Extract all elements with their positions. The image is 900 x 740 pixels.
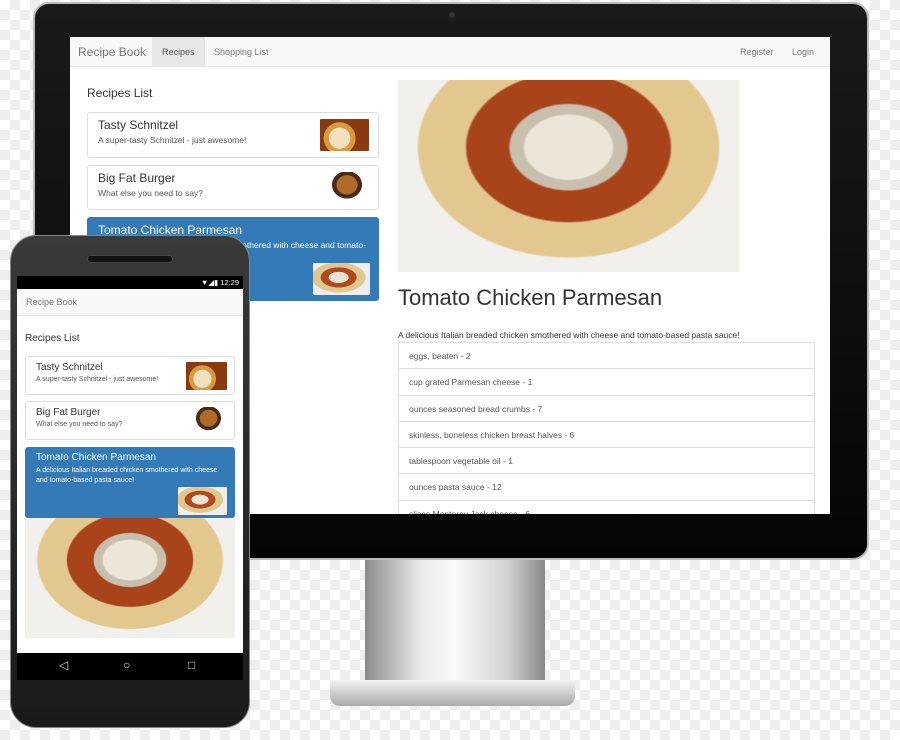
ingredient-item[interactable]: eggs, beaten - 2 <box>399 343 814 370</box>
recipe-title: Tomato Chicken Parmesan <box>398 285 663 310</box>
ingredients-list: eggs, beaten - 2 cup grated Parmesan che… <box>398 342 815 514</box>
recipe-description: What else you need to say? <box>36 421 123 428</box>
ingredient-item[interactable]: skinless, boneless chicken breast halves… <box>399 422 814 449</box>
recipe-item-schnitzel[interactable]: Tasty Schnitzel A super-tasty Schnitzel … <box>87 112 379 158</box>
recipe-description: What else you need to say? <box>98 188 203 198</box>
recipe-thumbnail <box>178 487 227 515</box>
recipe-item-schnitzel[interactable]: Tasty Schnitzel A super-tasty Schnitzel … <box>25 356 235 395</box>
recipe-thumbnail <box>186 362 227 390</box>
mobile-screen: ▼◢▮ 12:29 Recipe Book Recipes List Tasty… <box>17 276 243 680</box>
recipe-thumbnail <box>326 172 368 204</box>
home-icon[interactable]: ○ <box>123 658 130 672</box>
android-nav-bar: ◁ ○ □ <box>17 653 243 680</box>
register-link[interactable]: Register <box>740 37 774 67</box>
wifi-icon: ▼◢▮ <box>200 278 221 287</box>
recipe-image <box>25 518 235 638</box>
recipe-description: A delicious Italian breaded chicken smot… <box>398 330 740 340</box>
recents-icon[interactable]: □ <box>188 658 195 672</box>
recipe-name: Tomato Chicken Parmesan <box>36 452 157 463</box>
brand-link[interactable]: Recipe Book <box>26 297 77 307</box>
monitor-base <box>330 680 575 706</box>
ingredient-item[interactable]: ounces seasoned bread crumbs - 7 <box>399 396 814 422</box>
recipe-thumbnail <box>191 407 226 435</box>
camera <box>449 12 455 18</box>
recipe-item-burger[interactable]: Big Fat Burger What else you need to say… <box>87 165 379 210</box>
recipe-thumbnail <box>313 263 370 295</box>
brand-link[interactable]: Recipe Book <box>78 37 146 67</box>
recipe-name: Tasty Schnitzel <box>36 362 103 373</box>
recipe-image <box>398 80 739 272</box>
navbar: Recipe Book Recipes Shopping List Regist… <box>70 37 830 67</box>
recipe-name: Big Fat Burger <box>98 171 176 185</box>
recipe-description: A super-tasty Schnitzel - just awesome! <box>98 135 247 145</box>
ingredient-item[interactable]: cup grated Parmesan cheese - 1 <box>399 369 814 396</box>
recipe-thumbnail <box>320 119 369 151</box>
status-bar: ▼◢▮ 12:29 <box>17 276 243 289</box>
ingredient-item[interactable]: ounces pasta sauce - 12 <box>399 474 814 501</box>
login-link[interactable]: Login <box>792 37 814 67</box>
back-icon[interactable]: ◁ <box>59 658 68 672</box>
phone-speaker <box>87 255 173 263</box>
mobile-navbar: Recipe Book <box>17 289 243 316</box>
recipe-name: Tasty Schnitzel <box>98 118 179 132</box>
tab-shopping-list[interactable]: Shopping List <box>214 37 269 67</box>
monitor-stand <box>365 560 545 685</box>
recipes-list-heading: Recipes List <box>87 86 153 100</box>
tab-recipes[interactable]: Recipes <box>152 37 205 67</box>
status-time: 12:29 <box>220 278 239 287</box>
recipes-list-heading: Recipes List <box>25 333 80 344</box>
ingredient-item[interactable]: slices Monterey Jack cheese - 6 <box>399 501 814 514</box>
recipe-description: A super-tasty Schnitzel - just awesome! <box>36 376 159 383</box>
recipe-item-parmesan[interactable]: Tomato Chicken Parmesan A delicious Ital… <box>25 447 235 518</box>
recipe-description: A delicious Italian breaded chicken smot… <box>36 467 218 484</box>
ingredient-item[interactable]: tablespoon vegetable oil - 1 <box>399 448 814 475</box>
recipe-name: Big Fat Burger <box>36 407 101 418</box>
recipe-item-burger[interactable]: Big Fat Burger What else you need to say… <box>25 401 235 440</box>
